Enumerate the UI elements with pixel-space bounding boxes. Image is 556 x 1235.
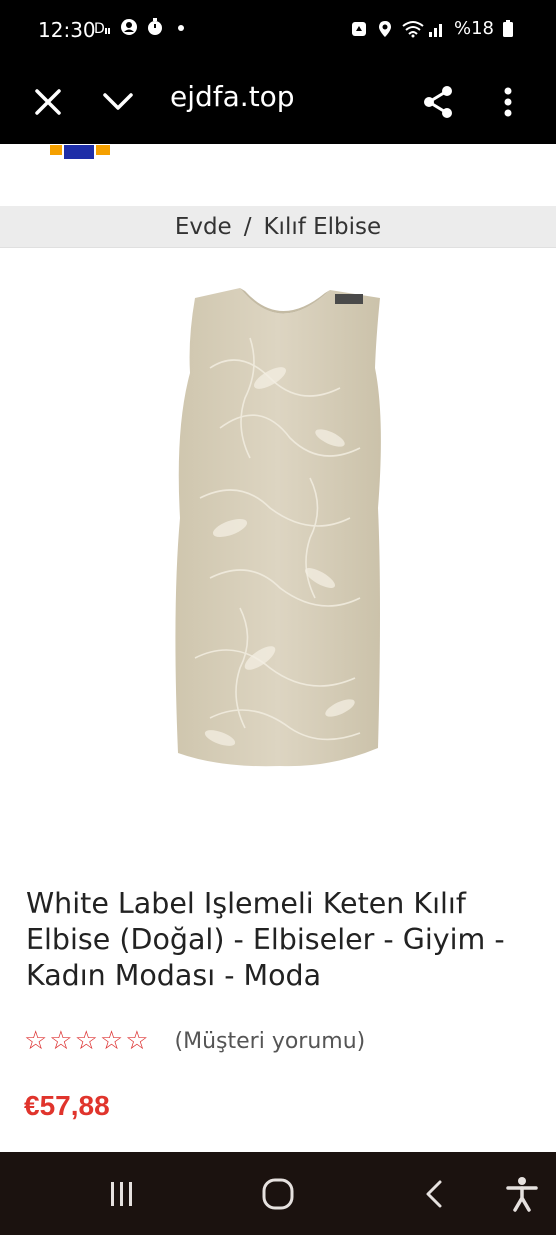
accessibility-button[interactable] (496, 1168, 548, 1220)
account-icon (120, 18, 138, 36)
site-logo[interactable] (50, 144, 114, 159)
timer-icon (146, 18, 164, 36)
back-icon (426, 1180, 442, 1208)
close-icon (35, 89, 61, 115)
breadcrumb-separator: / (243, 213, 252, 240)
dolby-icon: D (94, 18, 112, 37)
share-button[interactable] (410, 74, 466, 130)
more-options-button[interactable] (480, 74, 536, 130)
breadcrumb-home-link[interactable]: Evde (175, 214, 232, 240)
breadcrumb: Evde / Kılıf Elbise (0, 206, 556, 248)
breadcrumb-current: Kılıf Elbise (263, 213, 382, 240)
status-bar: 12:30 D %18 (0, 0, 556, 62)
close-tab-button[interactable] (20, 74, 76, 130)
wifi-icon (402, 20, 424, 38)
svg-text:D: D (94, 21, 105, 36)
recents-icon (111, 1182, 132, 1206)
home-button[interactable] (252, 1168, 304, 1220)
accessibility-icon (506, 1177, 538, 1212)
status-time: 12:30 (38, 18, 96, 42)
battery-text: %18 (453, 18, 494, 39)
back-button[interactable] (408, 1168, 460, 1220)
dot-icon (172, 18, 190, 36)
battery-icon (502, 19, 520, 38)
system-nav-bar (0, 1152, 556, 1235)
home-icon (262, 1178, 294, 1210)
more-vert-icon (504, 87, 512, 117)
rating-stars[interactable]: ☆☆☆☆☆ (24, 1026, 151, 1056)
url-text[interactable]: ejdfa.top (170, 80, 295, 113)
rating-row: ☆☆☆☆☆ (Müşteri yorumu) (24, 1026, 365, 1056)
recents-button[interactable] (96, 1168, 148, 1220)
review-link[interactable]: (Müşteri yorumu) (175, 1029, 366, 1054)
status-left-icons: D (94, 18, 190, 37)
browser-toolbar: ejdfa.top (0, 62, 556, 144)
share-icon (424, 86, 452, 118)
status-right: %18 (350, 18, 520, 39)
product-image[interactable] (150, 278, 410, 798)
product-title: White Label Işlemeli Keten Kılıf Elbise … (26, 887, 505, 992)
signal-icon (428, 20, 446, 38)
chevron-down-icon (103, 93, 133, 110)
product-price: €57,88 (24, 1090, 110, 1121)
recycle-icon (350, 20, 368, 38)
location-icon (376, 20, 394, 38)
dropdown-button[interactable] (90, 74, 146, 130)
